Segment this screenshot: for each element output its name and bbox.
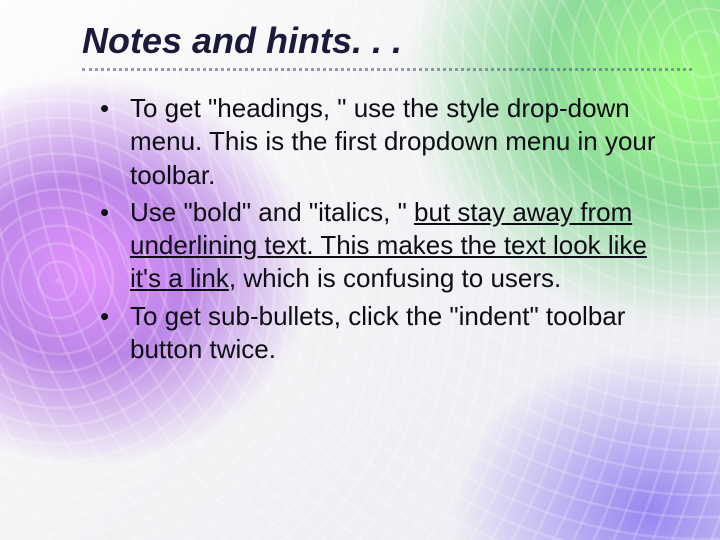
- list-item: Use "bold" and "italics, " but stay away…: [96, 196, 660, 296]
- list-item: To get sub-bullets, click the "indent" t…: [96, 300, 660, 367]
- bullet-text-post: , which is confusing to users.: [229, 263, 561, 293]
- title-underline: [82, 68, 692, 71]
- list-item: To get "headings, " use the style drop-d…: [96, 92, 660, 192]
- bullet-text-pre: Use "bold" and "italics, ": [130, 197, 414, 227]
- slide-title: Notes and hints. . .: [82, 20, 680, 70]
- slide: Notes and hints. . . To get "headings, "…: [0, 0, 720, 540]
- bullet-text: To get sub-bullets, click the "indent" t…: [130, 301, 625, 364]
- bullet-list: To get "headings, " use the style drop-d…: [96, 92, 660, 366]
- slide-body: To get "headings, " use the style drop-d…: [96, 92, 660, 370]
- bullet-text: To get "headings, " use the style drop-d…: [130, 93, 656, 190]
